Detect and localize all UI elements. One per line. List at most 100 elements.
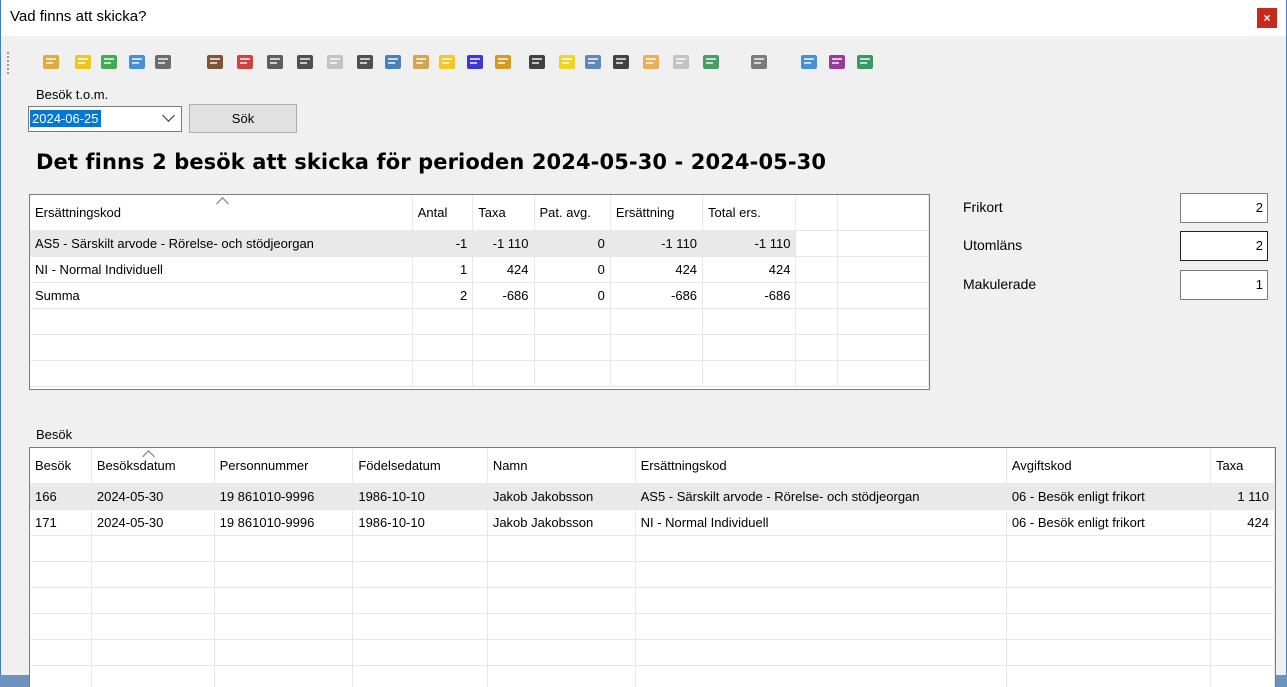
- col-header[interactable]: Ersättning: [610, 195, 702, 231]
- search-button[interactable]: Sök: [189, 104, 297, 133]
- f-disabled-icon[interactable]: [669, 50, 693, 74]
- toolbar-grip[interactable]: [7, 52, 11, 74]
- besok-icon[interactable]: [293, 50, 317, 74]
- edit-icon[interactable]: [233, 50, 257, 74]
- column-header-label: Avgiftskod: [1012, 458, 1072, 473]
- table-cell: 2: [412, 283, 473, 309]
- notes-icon[interactable]: [381, 50, 405, 74]
- besok-disabled-icon[interactable]: [323, 50, 347, 74]
- date-combobox[interactable]: 2024-06-25: [28, 106, 182, 132]
- utomlans-field[interactable]: 2: [1180, 231, 1268, 261]
- col-header[interactable]: Pat. avg.: [534, 195, 610, 231]
- document-p-icon[interactable]: [353, 50, 377, 74]
- table-cell: NI - Normal Individuell: [30, 257, 412, 283]
- col-header[interactable]: [796, 195, 837, 231]
- col-header[interactable]: Besök: [30, 448, 91, 484]
- calculator-yellow-icon[interactable]: [435, 50, 459, 74]
- table-cell: [837, 309, 928, 335]
- card-icon[interactable]: [797, 50, 821, 74]
- book-icon[interactable]: [825, 50, 849, 74]
- colorgrid-icon[interactable]: [639, 50, 663, 74]
- table-row[interactable]: [30, 588, 1275, 614]
- b-icon[interactable]: [609, 50, 633, 74]
- col-header[interactable]: Födelsedatum: [353, 448, 487, 484]
- table-cell: [30, 335, 412, 361]
- table-row[interactable]: 1712024-05-3019 861010-99961986-10-10Jak…: [30, 510, 1275, 536]
- table-row[interactable]: Summa2-6860-686-686: [30, 283, 929, 309]
- id-icon[interactable]: [555, 50, 579, 74]
- table-cell: -1 110: [703, 231, 796, 257]
- col-ersattningskod[interactable]: Ersättningskod: [30, 195, 412, 231]
- table-cell: [796, 361, 837, 387]
- table-row[interactable]: [30, 335, 929, 361]
- frikort-field[interactable]: 2: [1180, 193, 1268, 223]
- table-row[interactable]: NI - Normal Individuell14240424424: [30, 257, 929, 283]
- col-header[interactable]: Namn: [487, 448, 635, 484]
- table-cell: AS5 - Särskilt arvode - Rörelse- och stö…: [635, 484, 1006, 510]
- table-cell: Summa: [30, 283, 412, 309]
- col-header[interactable]: [837, 195, 928, 231]
- table-cell: [610, 309, 702, 335]
- column-header-label: Total ers.: [708, 205, 761, 220]
- table-row[interactable]: [30, 666, 1275, 687]
- col-header[interactable]: Ersättningskod: [635, 448, 1006, 484]
- table-cell: [214, 614, 353, 640]
- col-header[interactable]: Taxa: [1210, 448, 1274, 484]
- table-cell: [30, 309, 412, 335]
- frikort-label: Frikort: [963, 199, 1003, 215]
- table-row[interactable]: AS5 - Särskilt arvode - Rörelse- och stö…: [30, 231, 929, 257]
- m-icon[interactable]: [463, 50, 487, 74]
- table-row[interactable]: [30, 562, 1275, 588]
- makulerade-label: Makulerade: [963, 276, 1036, 292]
- col-header[interactable]: Taxa: [473, 195, 534, 231]
- phone-icon[interactable]: [525, 50, 549, 74]
- table-cell: 2024-05-30: [91, 484, 214, 510]
- refresh-icon[interactable]: [125, 50, 149, 74]
- table-cell: [1006, 640, 1210, 666]
- journal-icon[interactable]: [151, 50, 175, 74]
- table-row[interactable]: [30, 309, 929, 335]
- settings-icon[interactable]: [747, 50, 771, 74]
- col-header[interactable]: Avgiftskod: [1006, 448, 1210, 484]
- check-icon[interactable]: [97, 50, 121, 74]
- makulerade-field[interactable]: 1: [1180, 270, 1268, 300]
- calculator-icon[interactable]: [409, 50, 433, 74]
- form-icon[interactable]: [581, 50, 605, 74]
- table-row[interactable]: [30, 361, 929, 387]
- table-cell: [635, 614, 1006, 640]
- visits-table[interactable]: BesökBesöksdatumPersonnummerFödelsedatum…: [29, 447, 1276, 687]
- table-cell: [1210, 666, 1274, 687]
- syringe-icon[interactable]: [699, 50, 723, 74]
- table-cell: [30, 562, 91, 588]
- col-header[interactable]: Besöksdatum: [91, 448, 214, 484]
- table-row[interactable]: [30, 640, 1275, 666]
- col-header[interactable]: Antal: [412, 195, 473, 231]
- table-row[interactable]: [30, 536, 1275, 562]
- col-header[interactable]: Total ers.: [703, 195, 796, 231]
- summary-table[interactable]: ErsättningskodAntalTaxaPat. avg.Ersättni…: [29, 194, 930, 390]
- table-cell: 06 - Besök enligt frikort: [1006, 484, 1210, 510]
- table-cell: 19 861010-9996: [214, 484, 353, 510]
- open-folder-icon[interactable]: [39, 50, 63, 74]
- table-cell: [91, 666, 214, 687]
- door-icon[interactable]: [853, 50, 877, 74]
- table-cell: [487, 640, 635, 666]
- table-cell: -686: [703, 283, 796, 309]
- scan-bestk-icon[interactable]: [263, 50, 287, 74]
- table-cell: [534, 361, 610, 387]
- table-cell: [487, 614, 635, 640]
- table-cell: [487, 588, 635, 614]
- close-button[interactable]: ×: [1257, 8, 1277, 28]
- table-row[interactable]: 1662024-05-3019 861010-99961986-10-10Jak…: [30, 484, 1275, 510]
- col-header[interactable]: Personnummer: [214, 448, 353, 484]
- help-icon[interactable]: [71, 50, 95, 74]
- main-window: Vad finns att skicka? × Besök t.o.m. 202…: [0, 0, 1287, 675]
- invoice-icon[interactable]: [491, 50, 515, 74]
- table-cell: 0: [534, 231, 610, 257]
- table-row[interactable]: [30, 614, 1275, 640]
- bag-icon[interactable]: [203, 50, 227, 74]
- chevron-down-icon[interactable]: [162, 109, 175, 122]
- window-title: Vad finns att skicka?: [10, 8, 146, 25]
- table-cell: [534, 335, 610, 361]
- table-cell: [353, 666, 487, 687]
